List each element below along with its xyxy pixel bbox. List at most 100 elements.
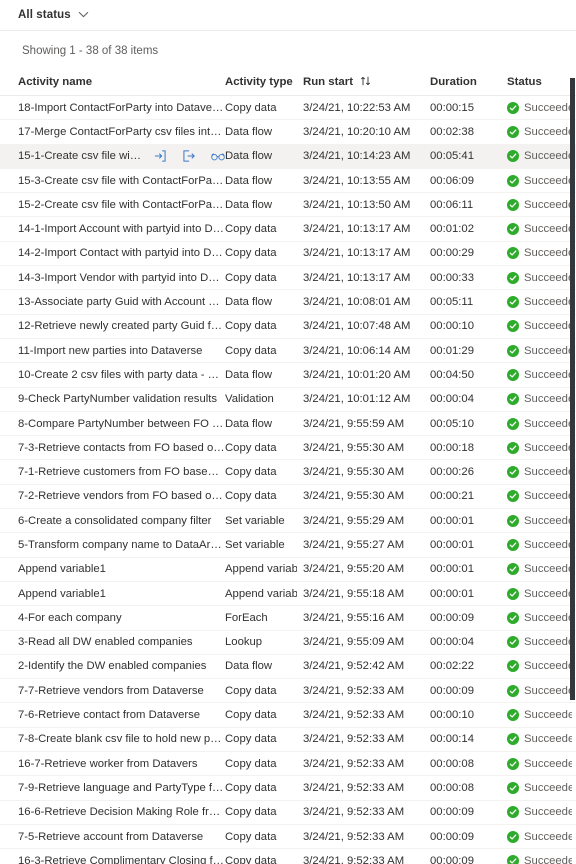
- cell-activity-type: Append variable: [225, 587, 297, 600]
- cell-activity-name[interactable]: 2-Identify the DW enabled companies: [0, 660, 225, 672]
- cell-activity-name[interactable]: 4-For each company: [0, 612, 225, 624]
- cell-activity-name[interactable]: 15-2-Create csv file with ContactForPart…: [0, 199, 225, 211]
- status-badge: Succeeded: [524, 733, 572, 746]
- cell-activity-name[interactable]: 7-5-Retrieve account from Dataverse: [0, 831, 225, 843]
- cell-activity-name[interactable]: 7-7-Retrieve vendors from Dataverse: [0, 685, 225, 697]
- cell-activity-name[interactable]: 12-Retrieve newly created party Guid fro…: [0, 320, 225, 332]
- table-row[interactable]: 6-Create a consolidated company filter Se…: [0, 509, 576, 534]
- table-row[interactable]: 13-Associate party Guid with Account n C…: [0, 290, 576, 315]
- cell-run-start: 3/24/21, 10:20:10 AM: [303, 125, 411, 138]
- table-row[interactable]: 12-Retrieve newly created party Guid fro…: [0, 315, 576, 339]
- cell-activity-name[interactable]: 14-3-Import Vendor with partyid into Dat…: [0, 272, 225, 284]
- cell-duration: 00:00:01: [430, 587, 474, 600]
- cell-activity-name[interactable]: 3-Read all DW enabled companies: [0, 636, 225, 648]
- cell-activity-name[interactable]: 7-1-Retrieve customers from FO based on …: [0, 466, 225, 478]
- cell-activity-name[interactable]: 16-6-Retrieve Decision Making Role from …: [0, 806, 225, 818]
- table-row[interactable]: 7-3-Retrieve contacts from FO based on c…: [0, 436, 576, 461]
- table-row[interactable]: 7-2-Retrieve vendors from FO based on co…: [0, 485, 576, 510]
- cell-activity-name[interactable]: 16-3-Retrieve Complimentary Closing from…: [0, 855, 225, 864]
- cell-activity-name[interactable]: 7-2-Retrieve vendors from FO based on co…: [0, 490, 225, 502]
- table-row[interactable]: 9-Check PartyNumber validation results Va…: [0, 388, 576, 412]
- table-row[interactable]: Append variable1 Append variable 3/24/21, …: [0, 558, 576, 582]
- cell-activity-name[interactable]: 8-Compare PartyNumber between FO and Dat…: [0, 418, 225, 430]
- table-body: 18-Import ContactForParty into Dataverse…: [0, 96, 576, 864]
- success-check-icon: [507, 223, 519, 236]
- success-check-icon: [507, 611, 519, 624]
- cell-run-start: 3/24/21, 9:55:16 AM: [303, 611, 405, 624]
- table-row[interactable]: 8-Compare PartyNumber between FO and Dat…: [0, 412, 576, 437]
- table-row[interactable]: 11-Import new parties into Dataverse Copy…: [0, 339, 576, 364]
- status-badge: Succeeded: [524, 854, 572, 864]
- table-row[interactable]: 17-Merge ContactForParty csv files into …: [0, 120, 576, 145]
- success-check-icon: [507, 174, 519, 187]
- table-row[interactable]: 7-6-Retrieve contact from Dataverse Copy …: [0, 703, 576, 728]
- cell-activity-name[interactable]: 9-Check PartyNumber validation results: [0, 393, 225, 405]
- cell-duration: 00:00:09: [430, 854, 474, 864]
- table-row[interactable]: 5-Transform company name to DataAreaId Se…: [0, 533, 576, 558]
- cell-activity-name[interactable]: 17-Merge ContactForParty csv files into …: [0, 126, 225, 138]
- cell-activity-name[interactable]: 5-Transform company name to DataAreaId: [0, 539, 225, 551]
- table-row[interactable]: 16-6-Retrieve Decision Making Role from …: [0, 801, 576, 825]
- table-row[interactable]: 14-1-Import Account with partyid into Da…: [0, 217, 576, 242]
- activity-name-label: 15-1-Create csv file with Cont...: [18, 150, 143, 163]
- column-header-status[interactable]: Status: [507, 76, 576, 88]
- table-row[interactable]: 14-3-Import Vendor with partyid into Dat…: [0, 266, 576, 291]
- table-row[interactable]: 7-8-Create blank csv file to hold new pa…: [0, 728, 576, 753]
- table-row[interactable]: 7-5-Retrieve account from Dataverse Copy …: [0, 825, 576, 850]
- cell-activity-type: Data flow: [225, 368, 273, 381]
- cell-activity-type: Copy data: [225, 684, 277, 697]
- cell-activity-name[interactable]: 6-Create a consolidated company filter: [0, 515, 225, 527]
- chevron-down-icon[interactable]: [78, 9, 89, 20]
- vertical-scrollbar[interactable]: [569, 0, 576, 864]
- cell-activity-name[interactable]: 18-Import ContactForParty into Dataverse: [0, 102, 225, 114]
- cell-activity-name[interactable]: 16-7-Retrieve worker from Datavers: [0, 758, 225, 770]
- cell-activity-name[interactable]: 15-1-Create csv file with Cont...: [0, 149, 225, 163]
- activity-name-label: 18-Import ContactForParty into Dataverse: [18, 101, 225, 114]
- cell-activity-name[interactable]: 14-1-Import Account with partyid into Da…: [0, 223, 225, 235]
- cell-activity-name[interactable]: 10-Create 2 csv files with party data - …: [0, 369, 225, 381]
- column-header-activity-name[interactable]: Activity name: [0, 76, 225, 88]
- table-row[interactable]: 7-9-Retrieve language and PartyType from…: [0, 776, 576, 801]
- cell-activity-name[interactable]: 11-Import new parties into Dataverse: [0, 345, 225, 357]
- table-row[interactable]: 14-2-Import Contact with partyid into Da…: [0, 242, 576, 267]
- table-row[interactable]: 4-For each company ForEach 3/24/21, 9:55:1…: [0, 606, 576, 631]
- column-header-activity-type[interactable]: Activity type: [225, 76, 303, 88]
- table-row[interactable]: 3-Read all DW enabled companies Lookup 3/2…: [0, 631, 576, 655]
- table-row[interactable]: 7-7-Retrieve vendors from Dataverse Copy …: [0, 679, 576, 704]
- activity-name-label: 7-1-Retrieve customers from FO based on …: [18, 466, 225, 479]
- details-glasses-icon[interactable]: [211, 149, 225, 163]
- input-icon[interactable]: [153, 149, 167, 163]
- column-header-duration[interactable]: Duration: [430, 76, 507, 88]
- cell-activity-name[interactable]: 13-Associate party Guid with Account n C…: [0, 296, 225, 308]
- success-check-icon: [507, 733, 519, 746]
- success-check-icon: [507, 636, 519, 649]
- cell-activity-type: Data flow: [225, 125, 273, 138]
- cell-status: Succeeded: [507, 563, 576, 576]
- table-row[interactable]: 2-Identify the DW enabled companies Data …: [0, 655, 576, 680]
- cell-activity-name[interactable]: Append variable1: [0, 588, 225, 600]
- table-row[interactable]: 16-7-Retrieve worker from Datavers Copy d…: [0, 752, 576, 777]
- scrollbar-thumb[interactable]: [570, 78, 575, 700]
- cell-activity-name[interactable]: 7-3-Retrieve contacts from FO based on c…: [0, 442, 225, 454]
- table-row[interactable]: 10-Create 2 csv files with party data - …: [0, 363, 576, 388]
- table-row[interactable]: 18-Import ContactForParty into Dataverse…: [0, 96, 576, 121]
- status-badge: Succeeded: [524, 101, 572, 114]
- cell-activity-name[interactable]: 15-3-Create csv file with ContactForPart…: [0, 175, 225, 187]
- table-row[interactable]: 15-1-Create csv file with Cont... Data fl…: [0, 144, 576, 169]
- sort-ascending-descending-icon[interactable]: [360, 76, 372, 86]
- table-row[interactable]: 16-3-Retrieve Complimentary Closing from…: [0, 849, 576, 864]
- table-row[interactable]: 15-2-Create csv file with ContactForPart…: [0, 193, 576, 218]
- cell-activity-name[interactable]: 7-6-Retrieve contact from Dataverse: [0, 709, 225, 721]
- table-row[interactable]: 15-3-Create csv file with ContactForPart…: [0, 169, 576, 194]
- success-check-icon: [507, 125, 519, 138]
- output-icon[interactable]: [182, 149, 196, 163]
- activity-name-label: 14-1-Import Account with partyid into Da…: [18, 223, 225, 236]
- table-row[interactable]: Append variable1 Append variable 3/24/21, …: [0, 582, 576, 607]
- cell-activity-name[interactable]: 7-8-Create blank csv file to hold new pa…: [0, 733, 225, 745]
- status-filter-dropdown[interactable]: All status: [18, 9, 89, 21]
- column-header-run-start[interactable]: Run start: [303, 76, 430, 88]
- cell-activity-name[interactable]: 14-2-Import Contact with partyid into Da…: [0, 247, 225, 259]
- cell-activity-name[interactable]: Append variable1: [0, 563, 225, 575]
- table-row[interactable]: 7-1-Retrieve customers from FO based on …: [0, 460, 576, 485]
- cell-activity-name[interactable]: 7-9-Retrieve language and PartyType from…: [0, 782, 225, 794]
